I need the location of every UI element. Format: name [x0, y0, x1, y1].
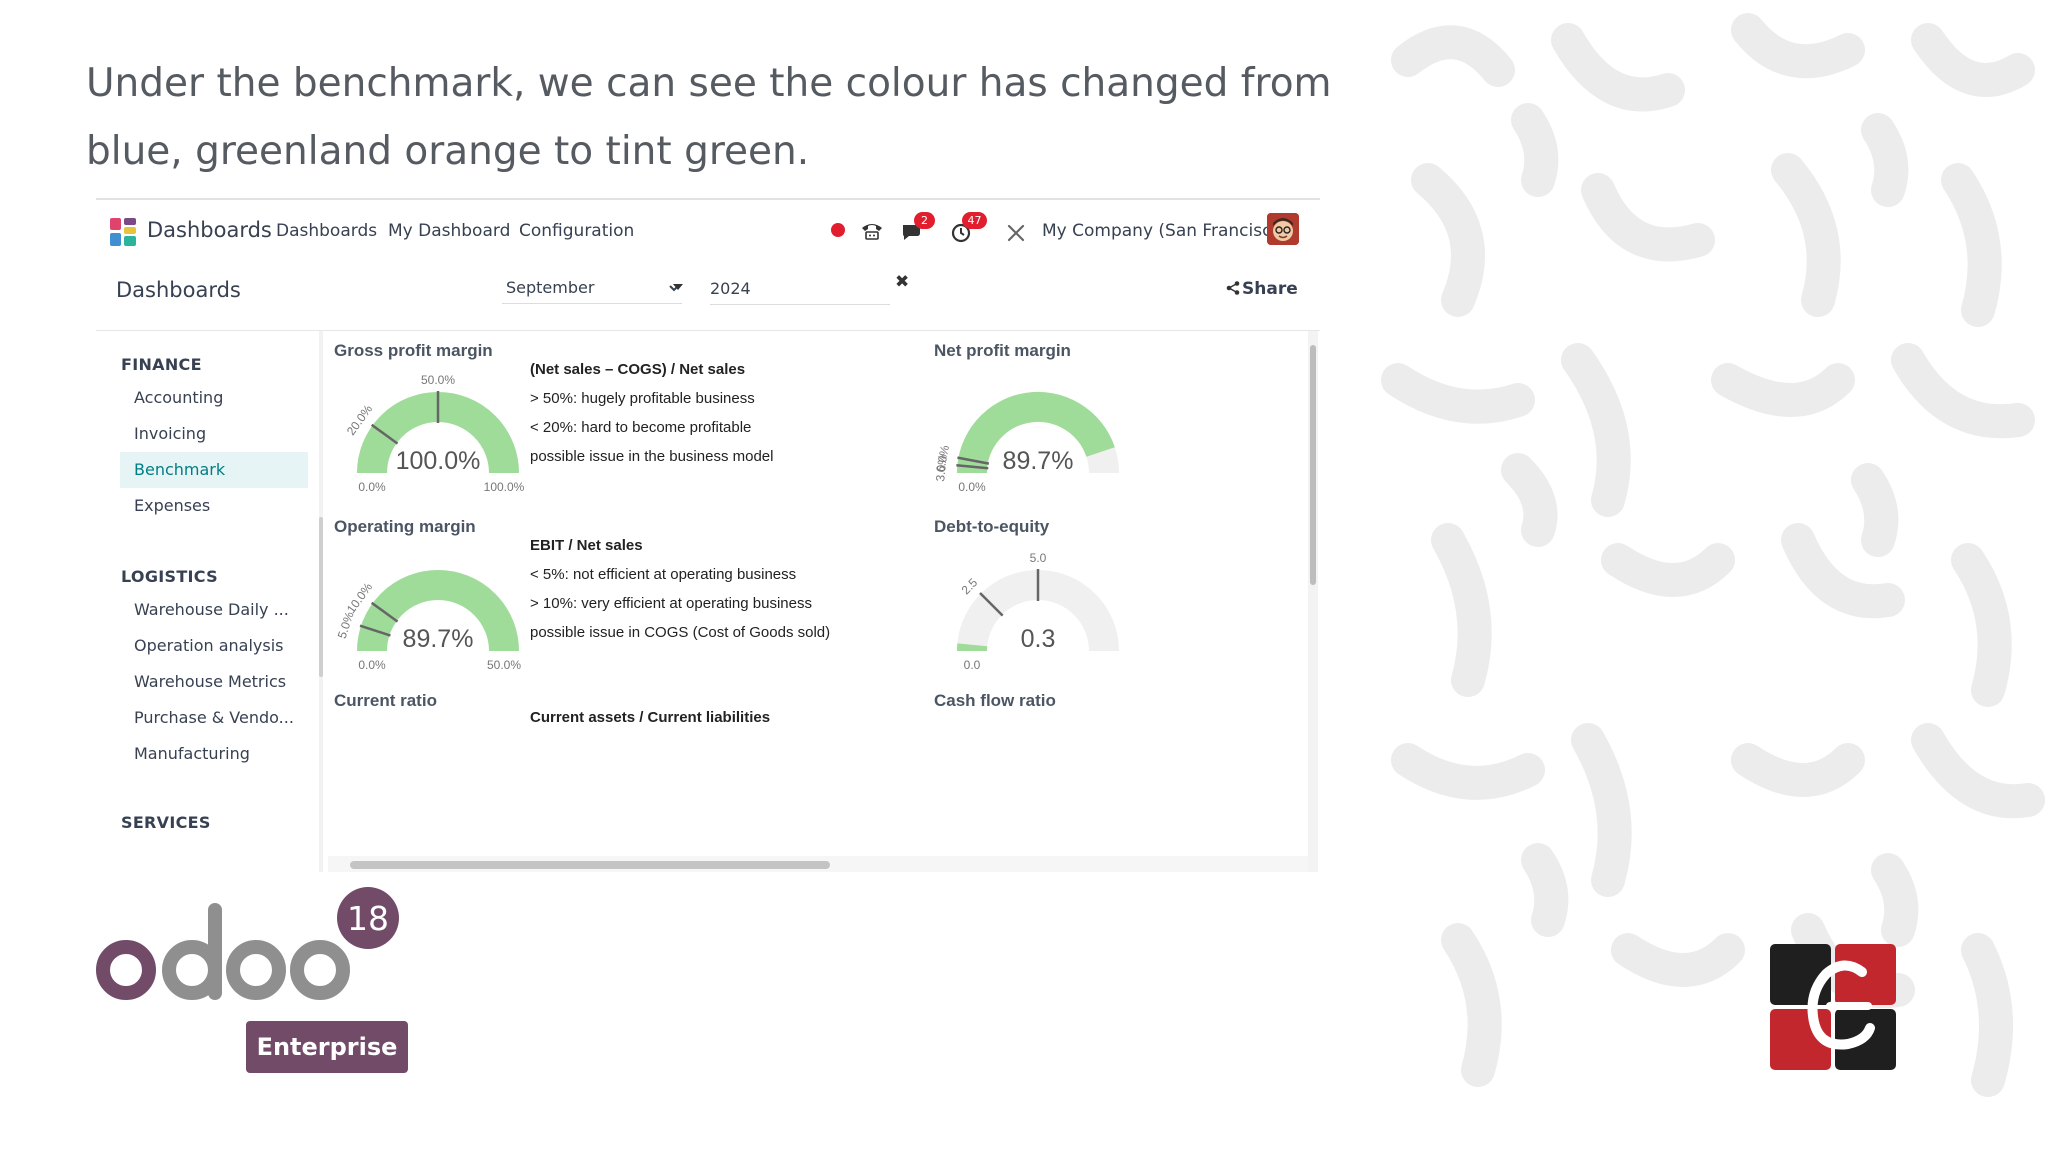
year-filter-input[interactable] — [710, 272, 890, 305]
gross-profit-margin-gauge[interactable]: 50.0% 20.0% 100.0% 0.0% 100.0% — [328, 361, 548, 511]
gauge-threshold-label: 5.0 — [1030, 551, 1047, 565]
clear-filter-icon[interactable]: ✖ — [895, 272, 909, 292]
edition-label: Enterprise — [257, 1033, 398, 1061]
caption-line-2: blue, greenland orange to tint green. — [86, 129, 810, 174]
chevron-down-icon[interactable] — [673, 284, 683, 290]
sidebar-item-invoicing[interactable]: Invoicing — [120, 416, 308, 452]
breadcrumb-title: Dashboards — [116, 278, 241, 302]
formula-heading: (Net sales – COGS) / Net sales — [530, 361, 746, 378]
gauge-threshold-label: 5.0% — [335, 610, 357, 641]
formula-heading: EBIT / Net sales — [530, 537, 643, 554]
dashboard-sidebar: FINANCE Accounting Invoicing Benchmark E… — [96, 331, 314, 872]
content-vertical-scrollbar[interactable] — [1308, 331, 1318, 872]
activities-badge: 47 — [962, 212, 987, 229]
odoo-o-letter — [96, 940, 156, 1000]
content-horizontal-scrollbar[interactable] — [328, 856, 1308, 872]
cash-flow-ratio-title: Cash flow ratio — [934, 691, 1056, 710]
messages-badge: 2 — [914, 212, 935, 229]
corner-brand-logo — [1770, 944, 1896, 1070]
gauge-max-label: 100.0% — [484, 480, 525, 494]
formula-heading: Current assets / Current liabilities — [530, 709, 771, 726]
net-profit-margin-title: Net profit margin — [934, 341, 1071, 360]
share-label: Share — [1242, 279, 1298, 299]
dashboards-app-icon[interactable] — [110, 218, 136, 246]
gauge-threshold-label: 50.0% — [421, 373, 455, 387]
gross-profit-margin-title: Gross profit margin — [334, 341, 493, 360]
share-icon — [1226, 281, 1240, 295]
user-avatar[interactable] — [1267, 213, 1299, 245]
sidebar-section-finance: FINANCE — [121, 355, 202, 374]
debug-tools-icon[interactable] — [1006, 223, 1026, 243]
gauge-value-label: 0.3 — [1021, 625, 1056, 653]
decorative-pattern — [1368, 0, 2048, 1152]
sidebar-item-manufacturing[interactable]: Manufacturing — [120, 736, 308, 772]
gauge-min-label: 0.0% — [958, 480, 986, 494]
control-panel: Dashboards September ✖ Share — [96, 258, 1320, 331]
gauge-threshold-label: 3.0% — [933, 453, 950, 482]
odoo-o-letter — [226, 940, 286, 1000]
sidebar-item-operation-analysis[interactable]: Operation analysis — [120, 628, 308, 664]
debt-to-equity-gauge[interactable]: 5.0 2.5 0.3 0.0 — [928, 539, 1148, 689]
operating-margin-description: EBIT / Net sales < 5%: not efficient at … — [530, 531, 830, 647]
sidebar-item-warehouse-daily[interactable]: Warehouse Daily ... — [120, 592, 308, 628]
operating-margin-title: Operating margin — [334, 517, 476, 536]
description-line: < 20%: hard to become profitable — [530, 419, 752, 436]
sidebar-scrollbar[interactable] — [318, 331, 324, 872]
description-line: possible issue in COGS (Cost of Goods so… — [530, 624, 831, 641]
description-line: possible issue in the business model — [530, 448, 774, 465]
odoo-o-letter — [290, 940, 350, 1000]
menu-my-dashboard[interactable]: My Dashboard — [388, 221, 510, 241]
menu-configuration[interactable]: Configuration — [519, 221, 634, 241]
dashboard-content: Gross profit margin 50.0% 20.0% 100.0% 0… — [328, 331, 1306, 856]
net-profit-margin-gauge[interactable]: 6.0% 3.0% 89.7% 0.0% — [928, 361, 1148, 511]
sidebar-item-expenses[interactable]: Expenses — [120, 488, 308, 524]
current-ratio-description: Current assets / Current liabilities — [530, 703, 770, 732]
gauge-min-label: 0.0% — [358, 658, 386, 672]
top-navbar: Dashboards Dashboards My Dashboard Confi… — [96, 200, 1320, 258]
gauge-value-label: 100.0% — [396, 447, 481, 475]
sidebar-item-warehouse-metrics[interactable]: Warehouse Metrics — [120, 664, 308, 700]
gauge-max-label: 50.0% — [487, 658, 521, 672]
gauge-value-label: 89.7% — [1003, 447, 1074, 475]
odoo-enterprise-logo: 18 Enterprise — [96, 887, 408, 1073]
menu-dashboards[interactable]: Dashboards — [276, 221, 377, 241]
avatar-face-graphic — [1267, 213, 1299, 245]
gauge-value-label: 89.7% — [403, 625, 474, 653]
sidebar-scroll-thumb[interactable] — [319, 517, 323, 677]
sidebar-section-services: SERVICES — [121, 813, 211, 832]
sidebar-item-purchase-vendor[interactable]: Purchase & Vendo... — [120, 700, 308, 736]
company-switcher[interactable]: My Company (San Francisco) — [1042, 221, 1288, 241]
gauge-threshold-label: 2.5 — [959, 575, 981, 597]
sidebar-item-accounting[interactable]: Accounting — [120, 380, 308, 416]
debt-to-equity-title: Debt-to-equity — [934, 517, 1050, 536]
sidebar-section-logistics: LOGISTICS — [121, 567, 218, 586]
content-scroll-thumb[interactable] — [1310, 345, 1316, 585]
phone-icon[interactable] — [860, 221, 884, 241]
slide-caption: Under the benchmark, we can see the colo… — [86, 50, 1336, 186]
horizontal-scroll-thumb[interactable] — [350, 861, 830, 869]
description-line: > 50%: hugely profitable business — [530, 390, 755, 407]
version-number: 18 — [347, 899, 389, 938]
gauge-min-label: 0.0% — [358, 480, 386, 494]
app-name[interactable]: Dashboards — [147, 218, 272, 242]
current-ratio-title: Current ratio — [334, 691, 437, 710]
month-filter-select[interactable]: September — [502, 272, 682, 304]
swirl-pattern-graphic — [1381, 13, 2045, 1097]
caption-line-1: Under the benchmark, we can see the colo… — [86, 61, 1332, 106]
sidebar-item-benchmark[interactable]: Benchmark — [120, 452, 308, 488]
description-line: < 5%: not efficient at operating busines… — [530, 566, 797, 583]
gauge-min-label: 0.0 — [964, 658, 981, 672]
description-line: > 10%: very efficient at operating busin… — [530, 595, 812, 612]
gross-profit-margin-description: (Net sales – COGS) / Net sales > 50%: hu… — [530, 355, 773, 471]
share-button[interactable]: Share — [1226, 279, 1298, 299]
operating-margin-gauge[interactable]: 10.0% 5.0% 89.7% 0.0% 50.0% — [328, 539, 548, 689]
dashboards-app-window: Dashboards Dashboards My Dashboard Confi… — [96, 198, 1320, 872]
recording-indicator[interactable] — [831, 223, 845, 237]
